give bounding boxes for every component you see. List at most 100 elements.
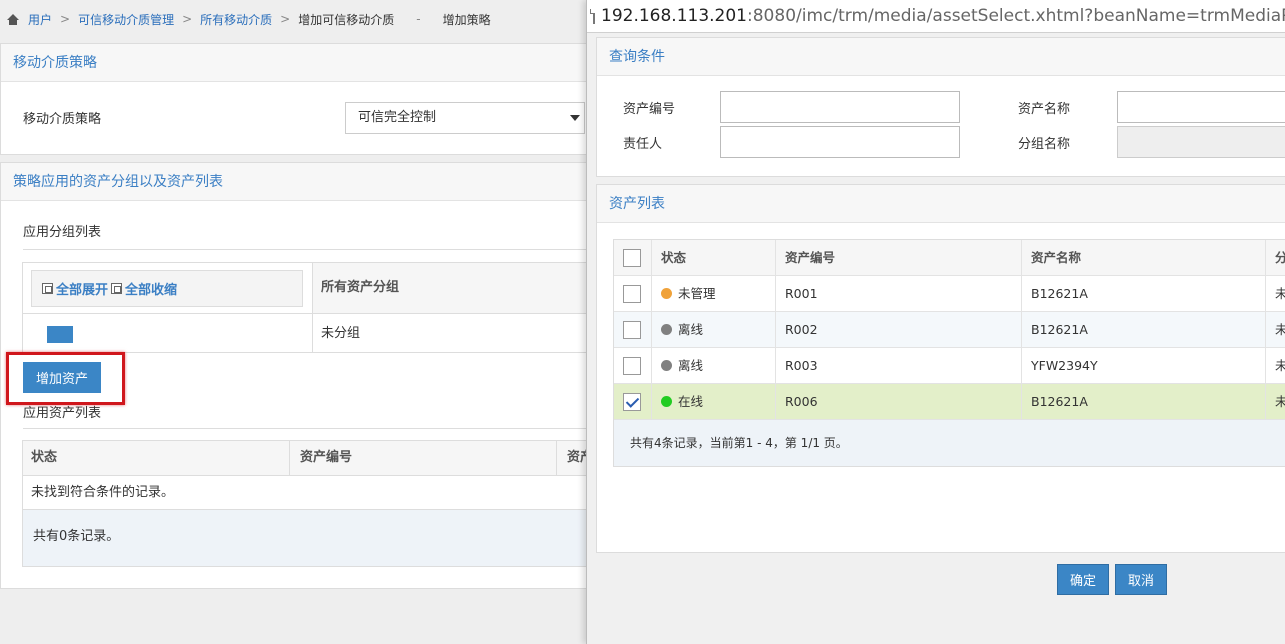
col-header-status: 状态 <box>22 440 290 476</box>
asset-no-label: 资产编号 <box>623 102 676 117</box>
chevron-down-icon <box>570 115 580 121</box>
select-all-cell <box>614 240 652 276</box>
asset-name-cell: B12621A <box>1022 276 1266 312</box>
asset-name-cell: B12621A <box>1022 384 1266 420</box>
asset-name-cell: YFW2394Y <box>1022 348 1266 384</box>
owner-input[interactable] <box>720 126 960 158</box>
asset-name-cell: B12621A <box>1022 312 1266 348</box>
table-row[interactable]: 未管理 R001B12621A未 <box>614 276 1285 312</box>
asset-list-title: 资产列表 <box>597 185 1285 223</box>
status-text: 未管理 <box>678 286 716 301</box>
table-row[interactable]: 在线 R006B12621A未 <box>614 384 1285 420</box>
col-header-asset-no: 资产编号 <box>776 240 1022 276</box>
status-cell: 在线 <box>652 384 776 420</box>
asset-no-cell: R002 <box>776 312 1022 348</box>
query-panel: 查询条件 资产编号 资产名称 责任人 分组名称 <box>596 37 1285 177</box>
no-records-row: 未找到符合条件的记录。 <box>22 475 586 510</box>
status-dot-icon <box>661 360 672 371</box>
row-select-cell <box>614 384 652 420</box>
row-select-cell <box>614 276 652 312</box>
asset-no-cell: R006 <box>776 384 1022 420</box>
all-groups-header: 所有资产分组 <box>312 262 586 314</box>
col-header-status: 状态 <box>652 240 776 276</box>
col-header-group: 分 <box>1266 240 1285 276</box>
row-select-cell <box>614 312 652 348</box>
highlight-box <box>6 352 125 405</box>
query-panel-title: 查询条件 <box>597 38 1285 76</box>
status-dot-icon <box>661 324 672 335</box>
breadcrumb-add-policy: 增加策略 <box>442 12 491 27</box>
breadcrumb: 用户 > 可信移动介质管理 > 所有移动介质 > 增加可信移动介质 - 增加策略 <box>0 0 586 38</box>
confirm-button[interactable]: 确定 <box>1057 564 1109 595</box>
status-text: 离线 <box>678 358 704 373</box>
row-checkbox[interactable] <box>623 285 641 303</box>
url-host: 192.168.113.201 <box>601 6 748 26</box>
row-select-cell <box>614 348 652 384</box>
group-name-label: 分组名称 <box>1018 137 1071 152</box>
asset-no-cell: R001 <box>776 276 1022 312</box>
group-cell: 未 <box>1266 348 1285 384</box>
status-cell: 离线 <box>652 312 776 348</box>
home-icon[interactable] <box>6 12 20 26</box>
row-checkbox[interactable] <box>623 357 641 375</box>
breadcrumb-trusted-media-mgmt[interactable]: 可信移动介质管理 <box>78 11 174 28</box>
asset-panel-title: 策略应用的资产分组以及资产列表 <box>1 163 586 201</box>
cancel-button[interactable]: 取消 <box>1115 564 1167 595</box>
col-header-asset: 资产 <box>556 440 586 476</box>
tree-node-chip[interactable] <box>47 326 73 343</box>
status-text: 在线 <box>678 394 704 409</box>
group-cell: 未 <box>1266 276 1285 312</box>
col-header-asset-name: 资产名称 <box>1022 240 1266 276</box>
asset-table: 状态 资产编号 资产名称 分 未管理R001B12621A未离线R002B126… <box>613 239 1285 467</box>
expand-icon <box>42 283 53 294</box>
group-row-ungrouped[interactable]: 未分组 <box>312 313 586 353</box>
row-checkbox[interactable] <box>623 393 641 411</box>
group-list-title: 应用分组列表 <box>23 225 102 240</box>
collapse-all-link[interactable]: 全部收缩 <box>125 279 177 298</box>
breadcrumb-users[interactable]: 用户 <box>28 11 52 28</box>
policy-label: 移动介质策略 <box>23 112 102 127</box>
status-cell: 离线 <box>652 348 776 384</box>
group-cell: 未 <box>1266 384 1285 420</box>
asset-no-cell: R003 <box>776 348 1022 384</box>
table-row[interactable]: 离线 R002B12621A未 <box>614 312 1285 348</box>
asset-name-label: 资产名称 <box>1018 102 1071 117</box>
policy-select[interactable]: 可信完全控制 <box>345 102 585 134</box>
asset-no-input[interactable] <box>720 91 960 123</box>
address-bar[interactable]: 192.168.113.201:8080/imc/trm/media/asset… <box>587 0 1285 33</box>
group-cell: 未 <box>1266 312 1285 348</box>
table-header-row: 状态 资产编号 资产名称 分 <box>614 240 1285 276</box>
breadcrumb-separator: > <box>182 12 193 26</box>
breadcrumb-dash: - <box>416 12 421 26</box>
total-records: 共有0条记录。 <box>22 509 586 567</box>
asset-name-input[interactable] <box>1117 91 1285 123</box>
divider <box>23 249 586 250</box>
breadcrumb-separator: > <box>60 12 71 26</box>
tree-toolbar: 全部展开 全部收缩 <box>31 270 303 307</box>
breadcrumb-all-media[interactable]: 所有移动介质 <box>200 11 272 28</box>
collapse-icon <box>111 283 123 294</box>
expand-all-link[interactable]: 全部展开 <box>56 279 108 298</box>
row-checkbox[interactable] <box>623 321 641 339</box>
select-all-checkbox[interactable] <box>623 249 641 267</box>
policy-select-value: 可信完全控制 <box>358 110 437 125</box>
policy-panel: 移动介质策略 移动介质策略 可信完全控制 <box>0 43 586 155</box>
url-path: :8080/imc/trm/media/assetSelect.xhtml?be… <box>747 6 1285 26</box>
pager-text: 共有4条记录，当前第1 - 4，第 1/1 页。 <box>614 420 1285 466</box>
asset-list-panel: 资产列表 状态 资产编号 资产名称 分 未管理R001B12621A未离线R00… <box>596 184 1285 553</box>
breadcrumb-separator: > <box>280 12 291 26</box>
group-name-input[interactable] <box>1117 126 1285 158</box>
divider <box>22 313 313 314</box>
asset-select-popup: 192.168.113.201:8080/imc/trm/media/asset… <box>586 0 1285 644</box>
main-page: 用户 > 可信移动介质管理 > 所有移动介质 > 增加可信移动介质 - 增加策略… <box>0 0 586 644</box>
breadcrumb-add-trusted-media: 增加可信移动介质 <box>298 12 395 27</box>
status-dot-icon <box>661 396 672 407</box>
policy-panel-title: 移动介质策略 <box>1 44 586 82</box>
table-row[interactable]: 离线 R003YFW2394Y未 <box>614 348 1285 384</box>
status-text: 离线 <box>678 322 704 337</box>
divider <box>23 428 586 429</box>
owner-label: 责任人 <box>623 137 663 152</box>
page-icon <box>590 8 595 24</box>
col-header-asset-no: 资产编号 <box>289 440 557 476</box>
status-dot-icon <box>661 288 672 299</box>
